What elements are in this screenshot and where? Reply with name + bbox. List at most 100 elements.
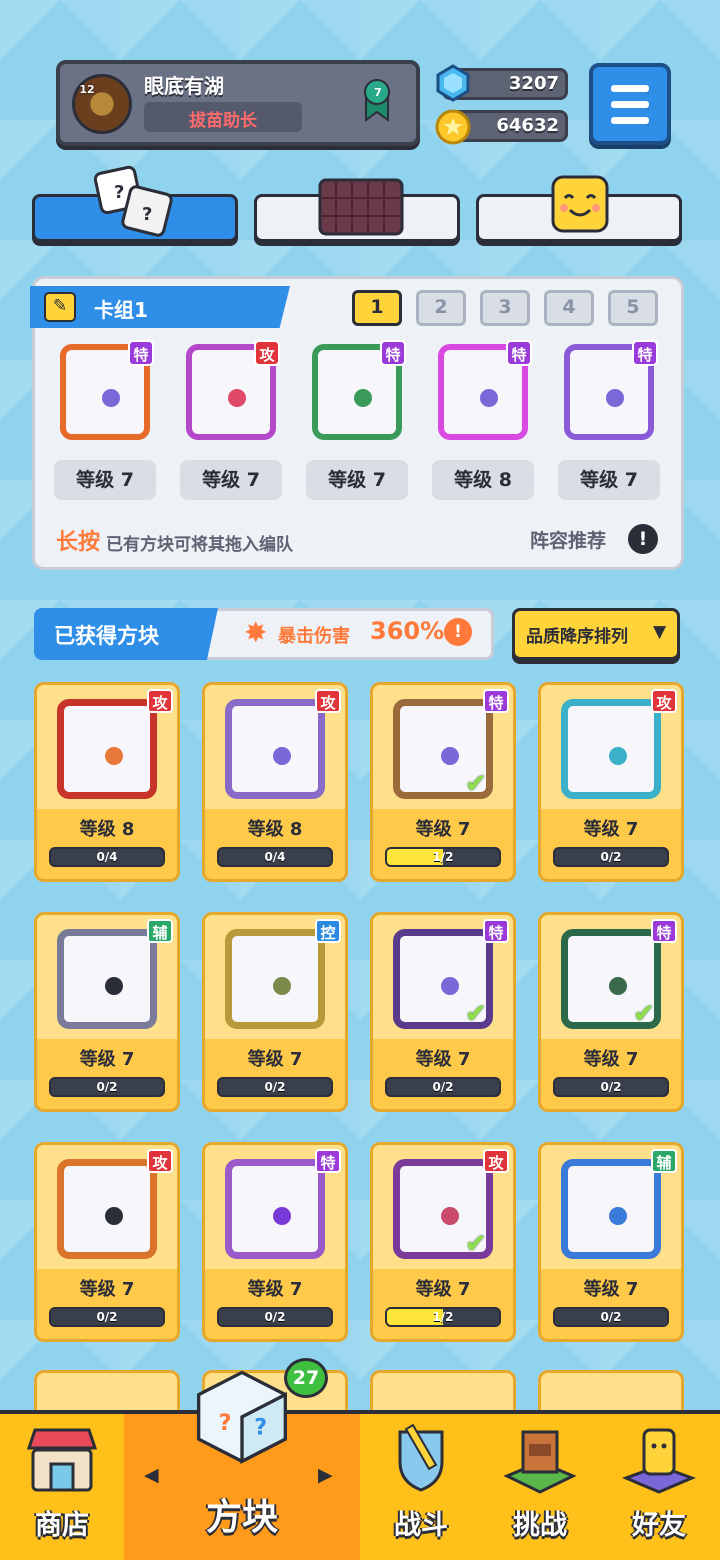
upgrade-progress-text: 0/2 xyxy=(264,1310,286,1324)
block-core-icon xyxy=(354,389,372,407)
chevron-right-icon[interactable]: ▶ xyxy=(318,1464,333,1486)
block-core-icon xyxy=(609,1207,627,1225)
deck-card-level: 等级 7 xyxy=(306,460,408,500)
coins-value: 64632 xyxy=(496,115,559,136)
block-core-icon xyxy=(480,389,498,407)
block-card[interactable]: 攻等级 8 0/4 xyxy=(34,682,180,882)
edit-deck-icon[interactable]: ✎ xyxy=(44,292,76,322)
block-card[interactable]: 控等级 7 0/2 xyxy=(202,912,348,1112)
blocks-icon: ? ? xyxy=(197,1370,287,1465)
deck-card[interactable]: 特 xyxy=(304,336,410,444)
block-card[interactable]: 辅等级 7 0/2 xyxy=(34,912,180,1112)
upgrade-progress-text: 0/2 xyxy=(264,1080,286,1094)
upgrade-progress-text: 0/2 xyxy=(600,1080,622,1094)
in-deck-check-icon: ✔ xyxy=(465,769,487,799)
hint-text: 已有方块可将其拖入编队 xyxy=(106,535,293,555)
block-card-partial[interactable] xyxy=(538,1370,684,1414)
block-core-icon xyxy=(606,389,624,407)
hamburger-icon xyxy=(611,85,649,92)
type-tag: 攻 xyxy=(147,1149,173,1173)
shield-sword-icon xyxy=(398,1423,444,1492)
type-tag: 特 xyxy=(380,340,406,366)
deck-card-level: 等级 7 xyxy=(558,460,660,500)
nav-friends[interactable]: 好友 xyxy=(598,1414,720,1560)
block-card[interactable]: 攻 ✔ 等级 7 1/2 xyxy=(370,1142,516,1342)
type-tag: 特 xyxy=(315,1149,341,1173)
type-tag: 特 xyxy=(632,340,658,366)
block-level: 等级 8 xyxy=(247,819,303,840)
coin-icon xyxy=(435,109,471,145)
deck-card[interactable]: 攻 xyxy=(178,336,284,444)
block-card-partial[interactable] xyxy=(34,1370,180,1414)
block-core-icon xyxy=(609,747,627,765)
block-frame xyxy=(225,1159,325,1259)
upgrade-progress-text: 0/2 xyxy=(432,1080,454,1094)
deck-slot-1[interactable]: 1 xyxy=(352,290,402,326)
upgrade-progress-bar: 1/2 xyxy=(385,1307,501,1327)
svg-text:?: ? xyxy=(219,1410,232,1436)
avatar-level: 12 xyxy=(79,83,95,96)
block-card-partial[interactable] xyxy=(370,1370,516,1414)
upgrade-progress-text: 0/4 xyxy=(96,850,118,864)
nav-challenge[interactable]: 挑战 xyxy=(482,1414,598,1560)
block-card[interactable]: 辅等级 7 0/2 xyxy=(538,1142,684,1342)
block-card[interactable]: 特 ✔ 等级 7 0/2 xyxy=(538,912,684,1112)
block-card[interactable]: 特 ✔ 等级 7 1/2 xyxy=(370,682,516,882)
blocks-count-badge: 27 xyxy=(284,1358,328,1398)
deck-title: 卡组1 xyxy=(94,298,148,322)
nav-battle[interactable]: 战斗 xyxy=(360,1414,482,1560)
deck-card-level: 等级 8 xyxy=(432,460,534,500)
deck-card[interactable]: 特 xyxy=(430,336,536,444)
deck-slot-3[interactable]: 3 xyxy=(480,290,530,326)
type-tag: 特 xyxy=(483,689,509,713)
owned-label: 已获得方块 xyxy=(54,624,159,648)
block-card[interactable]: 攻等级 7 0/2 xyxy=(34,1142,180,1342)
upgrade-progress-text: 1/2 xyxy=(432,1310,454,1324)
challenge-tower-icon xyxy=(503,1430,577,1494)
type-tag: 攻 xyxy=(254,340,280,366)
chevron-left-icon[interactable]: ◀ xyxy=(144,1464,159,1486)
block-frame xyxy=(225,929,325,1029)
block-core-icon xyxy=(441,1207,459,1225)
svg-text:?: ? xyxy=(254,1415,267,1441)
gem-icon xyxy=(436,64,470,102)
upgrade-progress-bar: 0/2 xyxy=(553,1077,669,1097)
block-card[interactable]: 特 ✔ 等级 7 0/2 xyxy=(370,912,516,1112)
upgrade-progress-text: 0/2 xyxy=(96,1080,118,1094)
deck-slot-4[interactable]: 4 xyxy=(544,290,594,326)
block-card[interactable]: 特等级 7 0/2 xyxy=(202,1142,348,1342)
block-level: 等级 8 xyxy=(79,819,135,840)
upgrade-progress-bar: 0/4 xyxy=(217,847,333,867)
deck-slot-2[interactable]: 2 xyxy=(416,290,466,326)
block-card[interactable]: 攻等级 7 0/2 xyxy=(538,682,684,882)
block-frame xyxy=(57,929,157,1029)
block-core-icon xyxy=(441,977,459,995)
rank-ribbon-icon xyxy=(364,79,390,122)
info-icon[interactable]: ! xyxy=(628,524,658,554)
deck-slot-5[interactable]: 5 xyxy=(608,290,658,326)
block-card[interactable]: 攻等级 8 0/4 xyxy=(202,682,348,882)
nav-battle-label: 战斗 xyxy=(394,1510,448,1541)
nav-shop[interactable]: 商店 xyxy=(0,1414,124,1560)
grid-board-icon xyxy=(318,178,404,236)
nav-blocks[interactable]: ? ? 方块 xyxy=(124,1370,360,1560)
main-menu-button[interactable] xyxy=(589,63,671,145)
type-tag: 特 xyxy=(506,340,532,366)
friend-character-icon xyxy=(622,1428,696,1494)
nav-friends-label: 好友 xyxy=(632,1510,686,1541)
upgrade-progress-text: 0/2 xyxy=(600,850,622,864)
block-level: 等级 7 xyxy=(79,1279,135,1300)
player-title: 拔苗助长 xyxy=(189,111,257,131)
profile-panel[interactable]: 12 眼底有湖 拔苗助长 7 xyxy=(56,60,420,146)
deck-card[interactable]: 特 xyxy=(52,336,158,444)
crit-damage-value: 360% xyxy=(370,617,445,645)
lineup-recommend-button[interactable]: 阵容推荐 xyxy=(530,526,606,553)
type-tag: 辅 xyxy=(651,1149,677,1173)
nav-challenge-label: 挑战 xyxy=(513,1510,567,1541)
upgrade-progress-bar: 0/2 xyxy=(385,1077,501,1097)
smiley-block-icon xyxy=(551,175,609,233)
deck-card[interactable]: 特 xyxy=(556,336,662,444)
type-tag: 攻 xyxy=(483,1149,509,1173)
upgrade-progress-bar: 0/2 xyxy=(217,1307,333,1327)
crit-info-icon[interactable]: ! xyxy=(444,618,472,646)
